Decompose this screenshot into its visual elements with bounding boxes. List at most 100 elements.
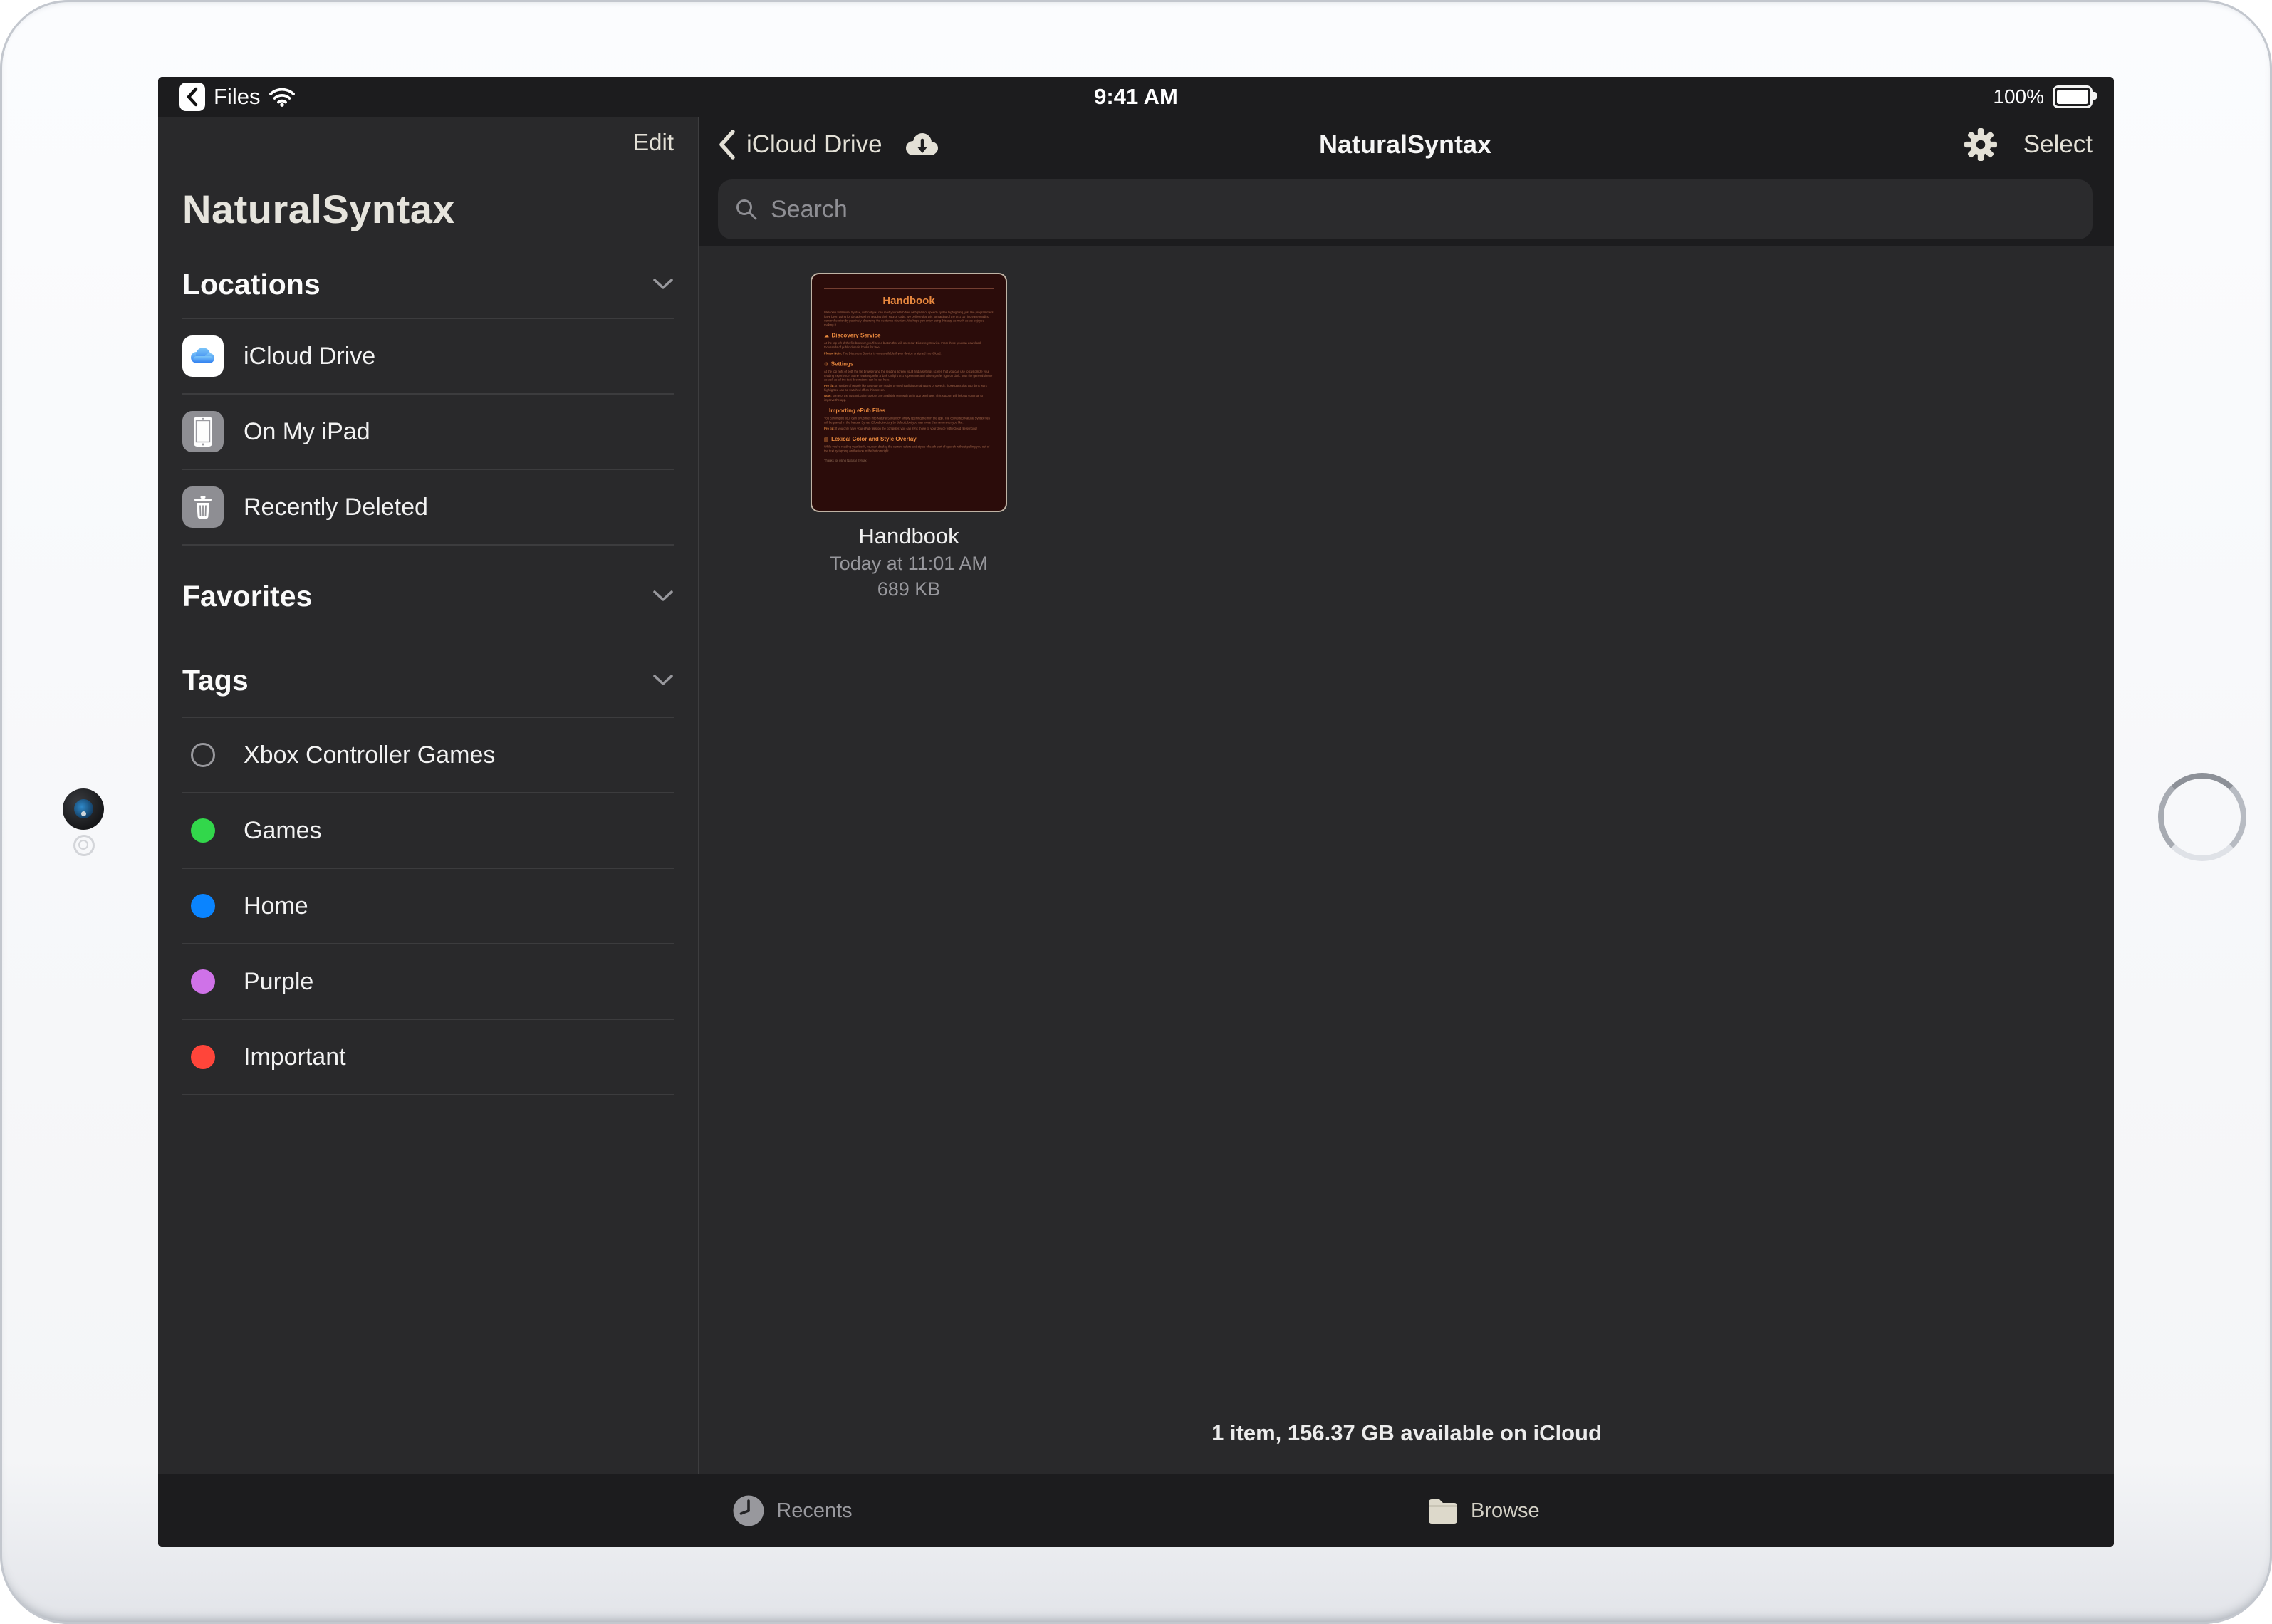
chevron-left-icon: [718, 128, 736, 161]
cloud-mini-icon: ☁: [824, 333, 829, 338]
cloud-download-icon: [902, 131, 942, 158]
tag-row-purple[interactable]: Purple: [182, 944, 674, 1019]
sidebar-item-on-my-ipad[interactable]: On My iPad: [182, 395, 674, 469]
tag-label: Xbox Controller Games: [244, 741, 495, 769]
chevron-down-icon: [652, 590, 674, 603]
home-button[interactable]: [2158, 773, 2246, 861]
preview-top-rule: [824, 288, 994, 289]
gear-mini-icon: ⚙: [824, 361, 828, 367]
tag-color-dot: [191, 1045, 215, 1069]
tag-label: Important: [244, 1043, 346, 1071]
battery-percentage: 100%: [1993, 85, 2044, 108]
cloud-download-button[interactable]: [902, 131, 942, 158]
tag-label: Games: [244, 817, 322, 845]
tab-bar: Recents Browse: [158, 1474, 2114, 1547]
clock-time: 9:41 AM: [1094, 84, 1178, 110]
tab-browse[interactable]: Browse: [1427, 1497, 1540, 1524]
chevron-down-icon: [652, 278, 674, 291]
tags-header-label: Tags: [182, 664, 249, 697]
divider: [182, 1094, 674, 1095]
tag-row-games[interactable]: Games: [182, 793, 674, 868]
page-title: NaturalSyntax: [1319, 130, 1491, 160]
file-size: 689 KB: [809, 578, 1009, 600]
favorites-section-header[interactable]: Favorites: [182, 578, 674, 614]
divider: [182, 544, 674, 546]
sidebar-item-label: On My iPad: [244, 418, 370, 446]
locations-section-header[interactable]: Locations: [182, 266, 674, 302]
tag-color-dot: [191, 818, 215, 843]
preview-heading: ↓Importing ePub Files: [824, 408, 994, 415]
file-modified: Today at 11:01 AM: [809, 553, 1009, 575]
screen: Files 9:41 AM 100% Edit NaturalSy: [158, 77, 2114, 1547]
icloud-drive-icon: [182, 335, 224, 377]
tab-label: Browse: [1471, 1499, 1540, 1523]
ipad-icon: [182, 411, 224, 452]
tag-color-dot: [191, 969, 215, 994]
preview-heading: ▤Lexical Color and Style Overlay: [824, 437, 994, 443]
import-mini-icon: ↓: [824, 408, 827, 414]
front-camera: [63, 788, 104, 830]
locations-header-label: Locations: [182, 268, 321, 301]
chevron-down-icon: [652, 674, 674, 687]
preview-paragraph: Note: some of the customization options …: [824, 394, 994, 402]
search-input[interactable]: [769, 195, 2075, 224]
style-mini-icon: ▤: [824, 437, 829, 442]
content-header: iCloud Drive Natu: [699, 117, 2114, 246]
preview-paragraph: At the top right of both the file browse…: [824, 370, 994, 382]
back-button-label: iCloud Drive: [746, 130, 882, 159]
tags-list: Xbox Controller Games Games Home Purple Impo…: [182, 718, 674, 1095]
folder-icon: [1427, 1497, 1459, 1524]
tag-row-important[interactable]: Important: [182, 1020, 674, 1094]
sidebar: Edit NaturalSyntax Locations: [158, 117, 698, 1474]
tag-label: Purple: [244, 968, 313, 996]
tag-label: Home: [244, 892, 308, 920]
wifi-icon: [269, 87, 296, 107]
preview-title: Handbook: [824, 295, 994, 307]
file-name: Handbook: [809, 524, 1009, 549]
battery-icon: [2053, 85, 2093, 108]
file-thumbnail: Handbook Welcome to Natural Syntax, withi…: [811, 273, 1007, 512]
storage-status: 1 item, 156.37 GB available on iCloud: [699, 1420, 2114, 1446]
tags-section-header[interactable]: Tags: [182, 662, 674, 698]
settings-button[interactable]: [1964, 127, 1998, 162]
sidebar-item-recently-deleted[interactable]: Recently Deleted: [182, 470, 674, 544]
sidebar-app-title: NaturalSyntax: [182, 187, 674, 232]
files-area: Handbook Welcome to Natural Syntax, withi…: [699, 246, 2114, 1474]
edit-button[interactable]: Edit: [633, 129, 674, 156]
preview-paragraph: While you're reading your book, you can …: [824, 445, 994, 454]
sidebar-item-label: iCloud Drive: [244, 343, 375, 370]
back-to-app-button[interactable]: [179, 83, 205, 111]
tag-row-home[interactable]: Home: [182, 869, 674, 943]
preview-outro: Thanks for using Natural Syntax!: [824, 459, 994, 463]
tab-recents[interactable]: Recents: [732, 1494, 852, 1527]
content-pane: iCloud Drive Natu: [699, 117, 2114, 1474]
preview-paragraph: Pro tip: a number of people like to setu…: [824, 384, 994, 392]
search-icon: [735, 198, 758, 221]
preview-heading: ⚙Settings: [824, 361, 994, 368]
sidebar-item-label: Recently Deleted: [244, 494, 428, 521]
tag-color-dot: [191, 743, 215, 767]
tag-row-xbox-controller-games[interactable]: Xbox Controller Games: [182, 718, 674, 792]
status-bar: Files 9:41 AM 100%: [158, 77, 2114, 117]
preview-heading: ☁Discovery Service: [824, 333, 994, 339]
preview-paragraph: You can import your own ePub files into …: [824, 417, 994, 425]
select-button[interactable]: Select: [2023, 130, 2093, 159]
preview-paragraph: Welcome to Natural Syntax, within it you…: [824, 311, 994, 327]
tag-color-dot: [191, 894, 215, 918]
tab-label: Recents: [776, 1499, 852, 1523]
preview-paragraph: Pro tip: If you only have your ePub file…: [824, 427, 994, 431]
file-card-handbook[interactable]: Handbook Welcome to Natural Syntax, withi…: [809, 273, 1009, 600]
back-button[interactable]: iCloud Drive: [718, 128, 882, 161]
trash-icon: [182, 486, 224, 528]
sidebar-item-icloud-drive[interactable]: iCloud Drive: [182, 319, 674, 393]
back-to-app-label[interactable]: Files: [214, 84, 260, 110]
preview-paragraph: At the top left of the file browser, you…: [824, 341, 994, 350]
preview-paragraph: Please Note: The Discovery Service is on…: [824, 351, 994, 355]
favorites-header-label: Favorites: [182, 580, 312, 613]
ipad-device-frame: Files 9:41 AM 100% Edit NaturalSy: [0, 0, 2272, 1624]
file-preview-content: Handbook Welcome to Natural Syntax, withi…: [812, 274, 1006, 469]
clock-icon: [732, 1494, 765, 1527]
search-bar[interactable]: [718, 179, 2093, 239]
gear-icon: [1964, 127, 1998, 162]
ambient-light-sensor: [73, 835, 95, 856]
